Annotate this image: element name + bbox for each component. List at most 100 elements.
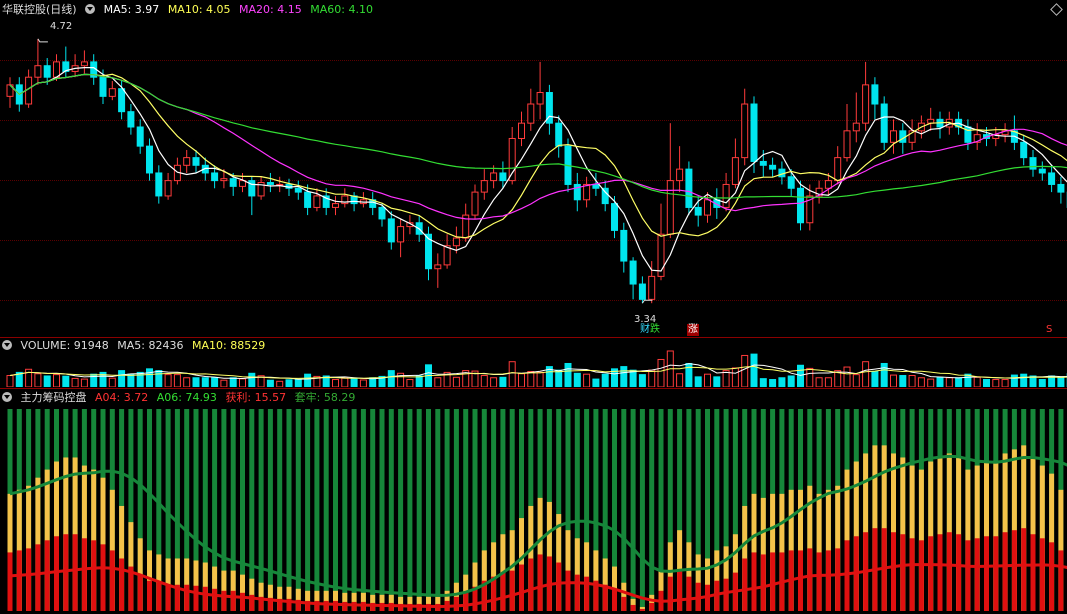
volume-bar	[731, 367, 739, 387]
volume-bar	[53, 374, 60, 387]
trapped-bar	[630, 409, 636, 611]
volume-bar	[239, 378, 246, 387]
volume-bar	[211, 377, 219, 387]
volume-bar	[973, 376, 981, 387]
volume-bar	[843, 366, 851, 387]
candle-body	[592, 183, 600, 189]
volume-bar	[657, 358, 665, 387]
main-control-bar	[230, 590, 236, 611]
volume-bar	[248, 372, 256, 387]
candle-body	[797, 187, 804, 224]
main-control-bar	[7, 552, 13, 611]
trapped-bar	[267, 409, 273, 611]
main-control-bar	[742, 558, 748, 611]
trapped-bar	[342, 409, 348, 611]
chip-control-chart[interactable]	[0, 389, 1067, 614]
candle-body	[824, 180, 832, 189]
candle-body	[704, 199, 711, 216]
volume-bar	[936, 376, 944, 387]
main-control-bar	[165, 584, 171, 611]
volume-value: VOLUME: 91948	[20, 339, 109, 352]
volume-bar	[620, 366, 628, 387]
main-control-bar	[81, 538, 87, 611]
main-control-bar	[835, 548, 841, 611]
main-control-bar	[509, 570, 515, 611]
candle-body	[266, 182, 274, 185]
candle-body	[666, 180, 674, 235]
main-control-bar	[44, 540, 50, 611]
volume-bar	[1038, 379, 1046, 387]
volume-bar	[415, 375, 423, 387]
main-control-bar	[463, 592, 469, 611]
volume-bar	[527, 371, 535, 387]
main-control-bar	[956, 534, 962, 611]
candle-body	[43, 65, 51, 78]
volume-bar	[601, 373, 609, 387]
candle-body	[155, 172, 163, 197]
main-control-bar	[109, 550, 115, 611]
volume-bar	[266, 379, 274, 387]
candle-body	[741, 103, 749, 159]
main-control-bar	[72, 534, 78, 611]
trapped-bar	[453, 409, 459, 611]
trapped-bar	[444, 409, 450, 611]
indicator-menu-icon[interactable]	[85, 4, 96, 14]
chip-menu-icon[interactable]	[2, 392, 12, 402]
trapped-bar	[416, 409, 422, 611]
main-control-bar	[333, 600, 338, 611]
main-control-bar	[193, 585, 199, 611]
main-control-bar	[984, 536, 989, 611]
price-panel: 华联控股(日线) MA5: 3.97 MA10: 4.05 MA20: 4.15…	[0, 0, 1067, 337]
trapped-bar	[323, 409, 329, 611]
trapped-bar	[398, 409, 404, 611]
low-pointer	[641, 299, 653, 304]
volume-bar	[229, 377, 237, 387]
candle-body	[722, 183, 730, 208]
candle-body	[769, 164, 777, 170]
candle-body	[80, 61, 88, 67]
candle-body	[490, 172, 498, 182]
candle-body	[192, 157, 200, 166]
main-control-bar	[537, 554, 543, 611]
candle-body	[611, 203, 618, 231]
high-pointer	[37, 38, 48, 43]
main-control-bar	[612, 588, 617, 611]
candle-body	[127, 111, 135, 128]
trapped-bar	[370, 409, 376, 611]
volume-bar	[759, 378, 767, 387]
candle-body	[629, 260, 637, 285]
main-control-bar	[556, 562, 562, 611]
volume-bar	[499, 376, 507, 387]
candle-body	[1048, 172, 1056, 185]
volume-bar	[220, 379, 228, 387]
volume-bar	[797, 364, 804, 387]
candlestick-chart[interactable]	[0, 0, 1067, 337]
trapped-bar	[426, 409, 431, 611]
main-control-bar	[909, 538, 915, 611]
price-header: 华联控股(日线) MA5: 3.97 MA10: 4.05 MA20: 4.15…	[2, 3, 378, 16]
candle-body	[834, 157, 842, 182]
volume-bar	[452, 376, 460, 387]
main-control-bar	[751, 552, 757, 611]
candle-body	[527, 103, 535, 124]
candle-body	[620, 229, 628, 262]
candle-body	[787, 176, 795, 189]
volume-bar	[769, 379, 777, 387]
main-control-bar	[91, 540, 97, 611]
volume-bar	[983, 379, 990, 387]
volume-bar	[1010, 374, 1018, 387]
volume-bar	[1057, 376, 1065, 387]
candle-body	[508, 137, 516, 182]
volume-bar	[536, 371, 544, 387]
volume-bar	[676, 373, 684, 387]
volume-menu-icon[interactable]	[2, 340, 12, 350]
volume-bar	[750, 353, 758, 387]
candle-body	[685, 168, 693, 208]
volume-bar	[899, 375, 907, 387]
stock-chart-window: 华联控股(日线) MA5: 3.97 MA10: 4.05 MA20: 4.15…	[0, 0, 1067, 614]
candle-body	[890, 130, 897, 143]
stock-title: 华联控股(日线)	[2, 3, 77, 16]
volume-bar	[852, 374, 860, 387]
trapped-bar	[286, 409, 292, 611]
volume-bar	[80, 378, 88, 387]
